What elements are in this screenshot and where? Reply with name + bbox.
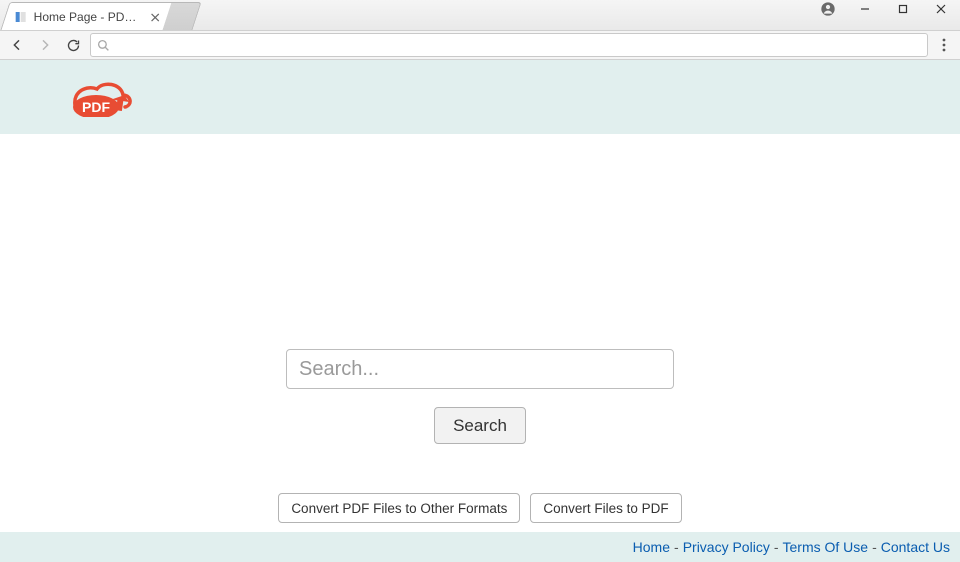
pdf-logo[interactable]: PDF <box>65 77 135 117</box>
site-footer: Home - Privacy Policy - Terms Of Use - C… <box>0 532 960 562</box>
footer-separator: - <box>774 539 779 555</box>
tab-title: Home Page - PDF Conve <box>34 10 144 24</box>
browser-menu-button[interactable] <box>934 34 954 56</box>
address-input[interactable] <box>114 38 921 53</box>
convert-row: Convert PDF Files to Other Formats Conve… <box>278 493 681 523</box>
back-button[interactable] <box>6 34 28 56</box>
browser-toolbar <box>0 30 960 60</box>
footer-contact-link[interactable]: Contact Us <box>881 539 950 555</box>
page-content: PDF Search Convert PDF Files to Other Fo… <box>0 60 960 562</box>
maximize-button[interactable] <box>884 0 922 18</box>
footer-separator: - <box>872 539 877 555</box>
address-bar[interactable] <box>90 33 928 57</box>
minimize-button[interactable] <box>846 0 884 18</box>
convert-pdf-to-other-button[interactable]: Convert PDF Files to Other Formats <box>278 493 520 523</box>
logo-text: PDF <box>82 99 110 115</box>
reload-button[interactable] <box>62 34 84 56</box>
search-input[interactable] <box>286 349 674 389</box>
footer-terms-link[interactable]: Terms Of Use <box>783 539 869 555</box>
convert-to-pdf-button[interactable]: Convert Files to PDF <box>530 493 681 523</box>
footer-separator: - <box>674 539 679 555</box>
browser-tab[interactable]: Home Page - PDF Conve <box>0 2 175 30</box>
forward-button[interactable] <box>34 34 56 56</box>
search-button[interactable]: Search <box>434 407 526 444</box>
account-icon[interactable] <box>812 0 844 18</box>
tab-close-button[interactable] <box>148 10 162 24</box>
close-window-button[interactable] <box>922 0 960 18</box>
footer-privacy-link[interactable]: Privacy Policy <box>683 539 770 555</box>
window-controls <box>846 0 960 18</box>
tab-favicon-icon <box>14 10 28 24</box>
site-header: PDF <box>0 60 960 134</box>
search-icon <box>97 39 110 52</box>
footer-home-link[interactable]: Home <box>633 539 670 555</box>
main-content: Search Convert PDF Files to Other Format… <box>0 134 960 523</box>
